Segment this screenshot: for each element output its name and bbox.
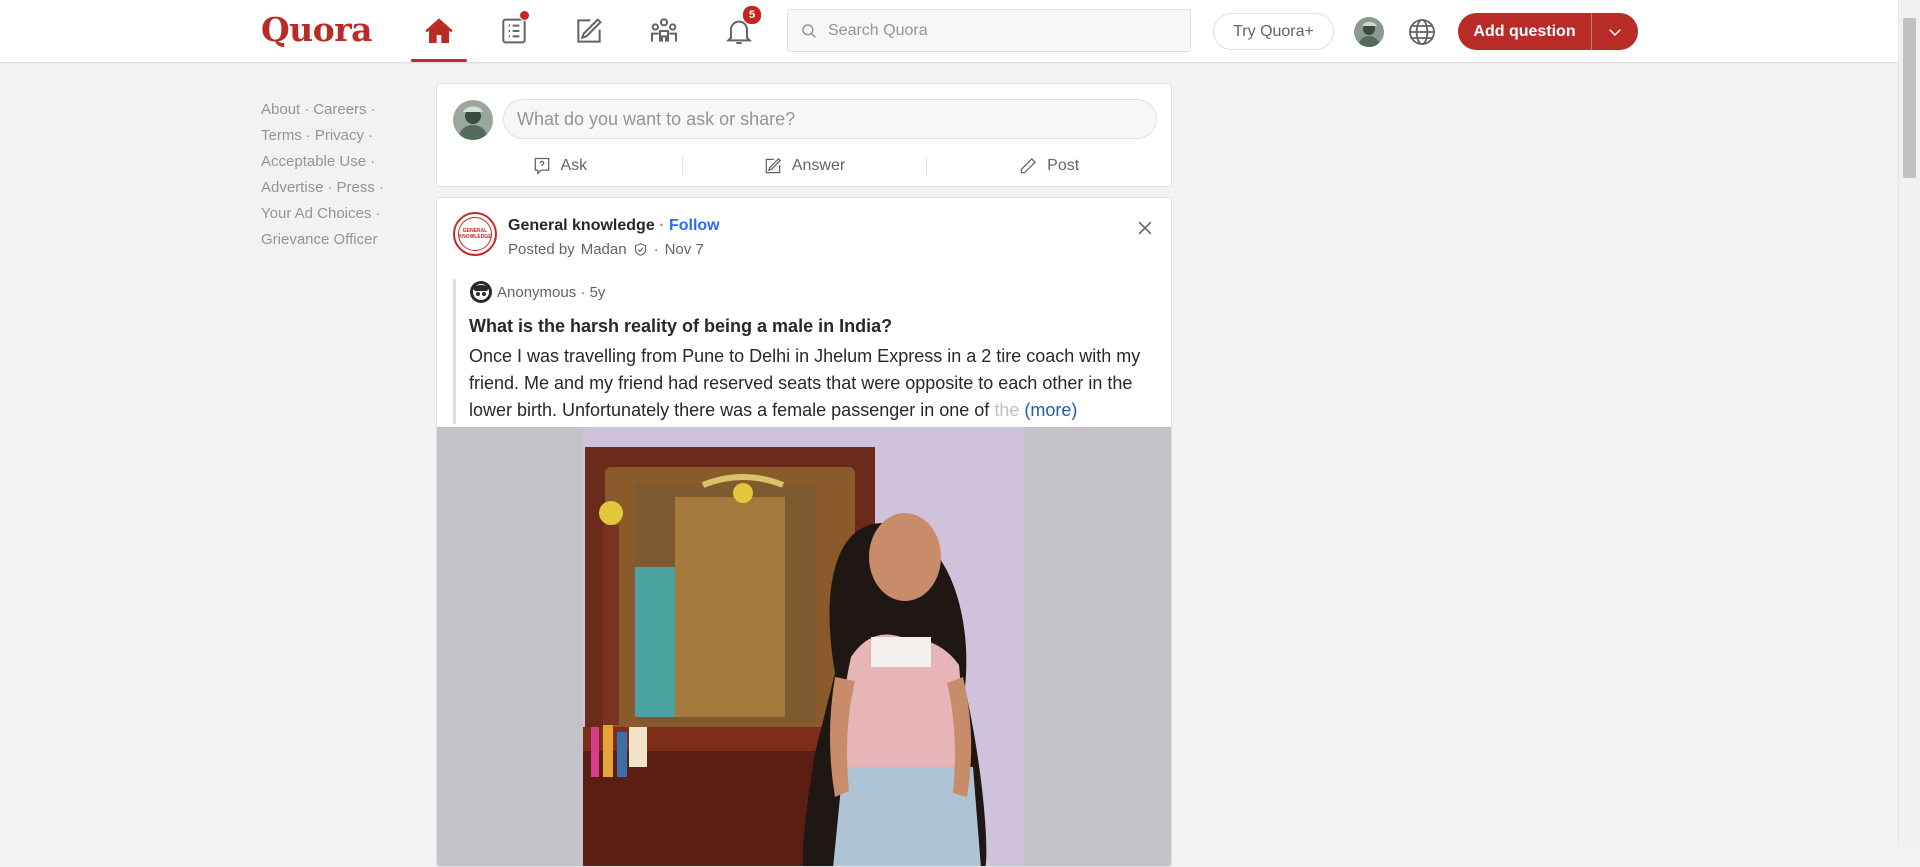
nav-spaces[interactable] [636,8,692,54]
posted-by-prefix: Posted by [508,241,575,258]
space-logo-text: GENERAL KNOWLEDGE [458,217,492,251]
post-image-container[interactable] [437,427,1171,866]
post-author[interactable]: Madan [581,241,627,258]
link-acceptable-use[interactable]: Acceptable Use [261,153,366,170]
question-title[interactable]: What is the harsh reality of being a mal… [469,314,1159,338]
answer-label: Answer [791,157,846,174]
quoted-author-name[interactable]: Anonymous [497,284,576,301]
space-name[interactable]: General knowledge [508,217,655,234]
follow-button[interactable]: Follow [669,217,720,234]
search-box[interactable] [787,9,1191,52]
link-advertise[interactable]: Advertise [261,179,324,196]
avatar-image [453,100,493,140]
answer-excerpt: Once I was travelling from Pune to Delhi… [469,343,1159,424]
pencil-icon [1020,158,1037,174]
add-question-dropdown[interactable] [1592,23,1638,41]
nav-following[interactable] [486,8,542,54]
top-navigation-bar: Quora 5 Try Quora+ Add question [0,0,1898,63]
search-icon [802,23,816,38]
quora-logo[interactable]: Quora [261,7,373,53]
ask-question-icon [534,157,549,176]
answer-icon [577,18,602,43]
nav-notifications[interactable]: 5 [711,5,767,54]
ask-box-card: What do you want to ask or share? Ask An… [436,83,1172,187]
link-press[interactable]: Press [337,179,375,196]
post-button[interactable]: Post [926,148,1171,184]
nav-answer[interactable] [561,8,617,54]
moderator-shield-icon [634,243,646,256]
add-question-button[interactable]: Add question [1458,13,1638,50]
separator-dot: · [653,241,659,258]
answer-icon [765,157,781,174]
ask-button[interactable]: Ask [437,148,682,184]
ask-label: Ask [560,157,588,174]
separator-dot: · [576,283,590,301]
link-grievance-officer[interactable]: Grievance Officer [261,231,377,248]
link-privacy[interactable]: Privacy [315,127,364,144]
post-label: Post [1047,157,1080,174]
profile-avatar[interactable] [1354,17,1384,47]
page-scrollbar[interactable] [1898,0,1920,847]
unread-dot [519,10,530,21]
add-question-label: Add question [1473,22,1576,40]
link-terms[interactable]: Terms [261,127,302,144]
try-quora-plus-button[interactable]: Try Quora+ [1213,13,1334,50]
space-name-line: General knowledge · Follow [508,217,720,235]
link-about[interactable]: About [261,101,300,118]
post-photo [583,427,1024,866]
user-avatar[interactable] [453,100,493,140]
anonymous-avatar-icon [470,281,492,303]
answer-button[interactable]: Answer [681,148,927,184]
search-input[interactable] [826,20,1160,41]
ask-share-input[interactable]: What do you want to ask or share? [503,99,1157,139]
globe-icon[interactable] [1406,16,1438,48]
scrollbar-thumb[interactable] [1903,18,1916,178]
link-ad-choices[interactable]: Your Ad Choices [261,205,371,222]
space-logo[interactable]: GENERAL KNOWLEDGE [453,212,497,256]
spaces-icon [651,18,677,42]
avatar-image [1354,17,1384,47]
sidebar-footer-links: About · Careers · Terms · Privacy · Acceptable… [261,101,384,248]
quoted-author-line: Anonymous · 5y [469,280,1159,304]
link-careers[interactable]: Careers [313,101,366,118]
answer-excerpt-fade: the [994,400,1020,420]
more-link[interactable]: (more) [1024,400,1077,420]
posted-by-line: Posted by Madan · Nov 7 [508,241,704,258]
close-icon[interactable] [1135,218,1155,238]
quoted-age: 5y [589,283,606,301]
quoted-answer[interactable]: Anonymous · 5y What is the harsh reality… [453,279,1159,424]
ask-actions-bar: Ask Answer Post [437,148,1171,184]
separator-dot: · [659,217,669,234]
feed-post-card: GENERAL KNOWLEDGE General knowledge · Fo… [436,197,1172,867]
nav-home[interactable] [411,8,467,62]
notification-count-badge: 5 [742,5,762,25]
post-date[interactable]: Nov 7 [665,241,704,258]
home-icon [425,18,453,43]
chevron-down-icon [1609,28,1621,36]
